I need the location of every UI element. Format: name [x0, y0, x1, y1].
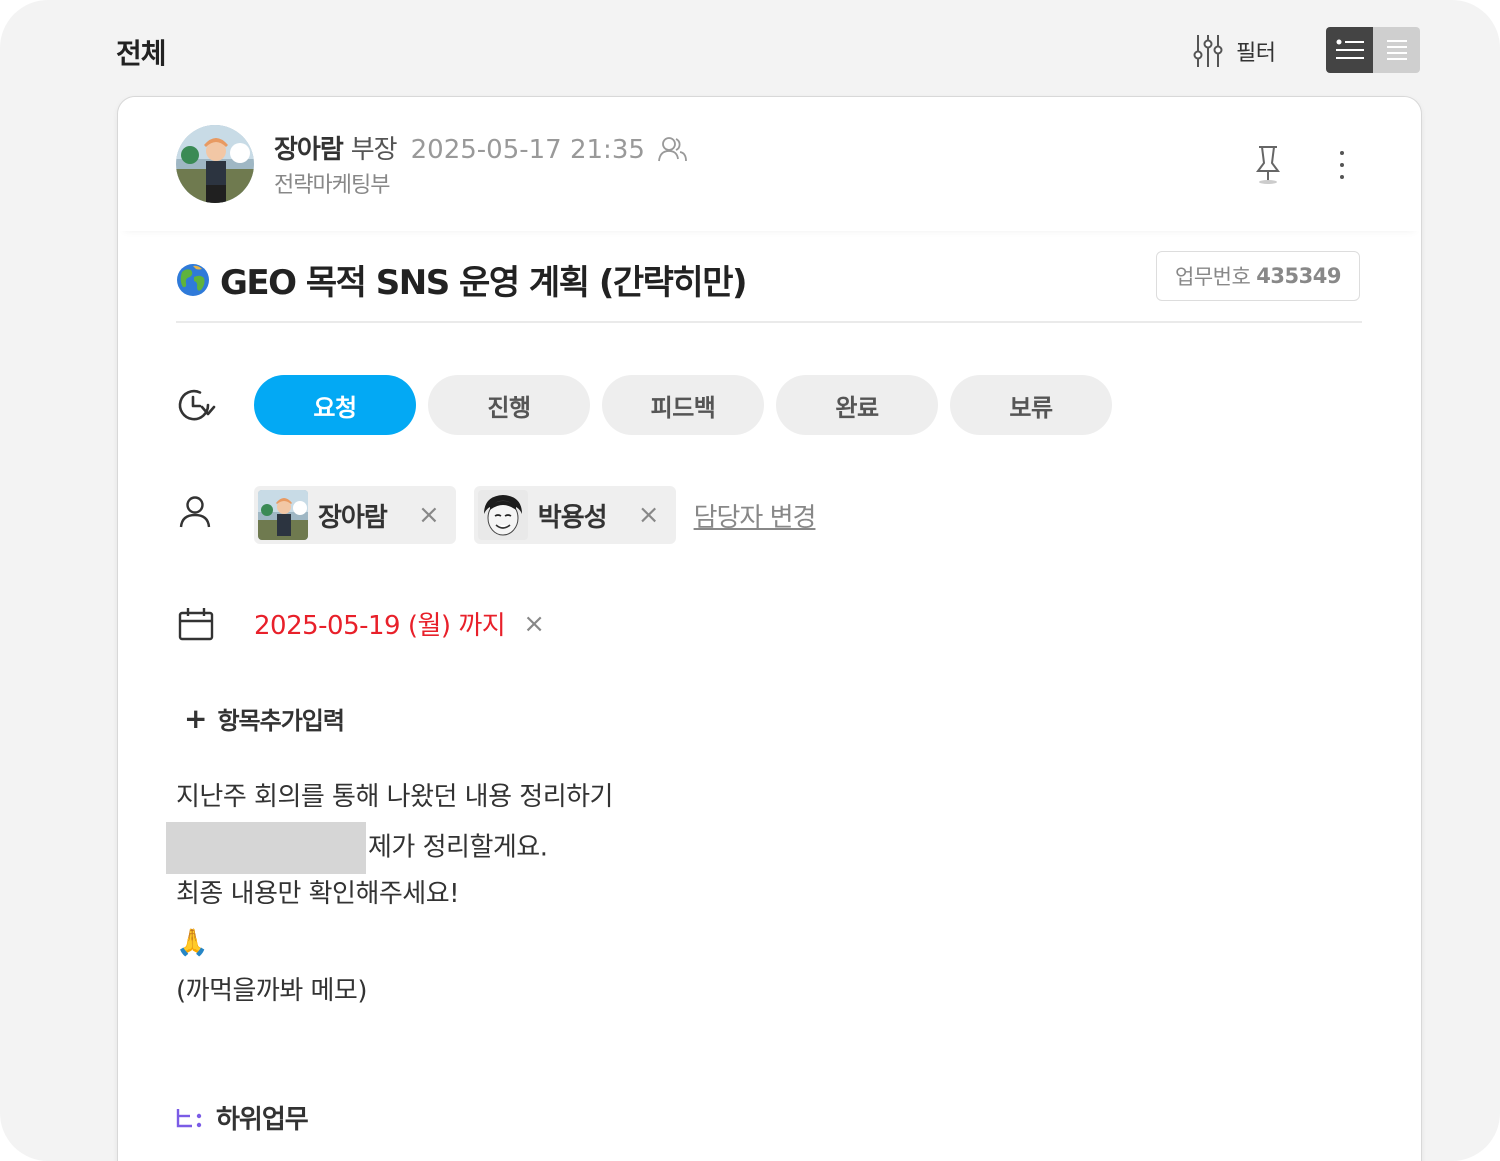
body-line: (까먹을까봐 메모)	[176, 976, 367, 1006]
subtask-section[interactable]: 하위업무	[176, 1099, 309, 1136]
page-title: 전체	[116, 37, 167, 70]
task-number-label: 업무번호	[1175, 265, 1251, 289]
view-toggle	[1326, 27, 1420, 73]
task-title[interactable]: GEO 목적 SNS 운영 계획 (간략히만)	[220, 255, 748, 304]
view-compact-button[interactable]	[1373, 27, 1420, 73]
task-number-value: 435349	[1256, 264, 1341, 288]
more-options-icon[interactable]	[1332, 149, 1352, 181]
status-requested[interactable]: 요청	[254, 375, 416, 435]
subtask-tree-icon	[176, 1108, 202, 1127]
assignee-avatar	[258, 490, 308, 540]
filter-label: 필터	[1236, 41, 1276, 66]
add-item-button[interactable]: + 항목추가입력	[184, 701, 345, 736]
task-card: 장아람 부장 2025-05-17 21:35 전략마케팅부 GEO 목적 SN…	[117, 96, 1422, 1161]
assignee-list: 장아람 × 박용성 × 담당자 변경	[254, 486, 817, 544]
person-icon	[179, 496, 211, 528]
status-selector: 요청 진행 피드백 완료 보류	[254, 375, 1112, 435]
author-avatar[interactable]	[176, 125, 254, 203]
pin-icon[interactable]	[1254, 145, 1282, 185]
subtask-label: 하위업무	[216, 1105, 309, 1135]
author-name[interactable]: 장아람	[274, 129, 344, 166]
clear-due-date-button[interactable]: ×	[523, 609, 545, 639]
task-card-header: 장아람 부장 2025-05-17 21:35 전략마케팅부	[118, 97, 1421, 231]
list-compact-icon	[1386, 40, 1407, 60]
plus-icon: +	[184, 702, 208, 735]
status-on-hold[interactable]: 보류	[950, 375, 1112, 435]
title-divider	[176, 321, 1362, 323]
filter-button[interactable]: 필터	[1190, 30, 1276, 72]
calendar-icon	[178, 608, 214, 641]
task-number-badge: 업무번호 435349	[1156, 251, 1360, 301]
people-icon[interactable]	[658, 135, 688, 163]
remove-assignee-button[interactable]: ×	[418, 500, 440, 530]
author-title: 부장	[350, 135, 398, 165]
redacted-block	[166, 821, 366, 874]
task-title-row: GEO 목적 SNS 운영 계획 (간략히만)	[176, 255, 748, 304]
post-datetime: 2025-05-17 21:35	[410, 135, 645, 165]
author-line: 장아람 부장 2025-05-17 21:35	[274, 129, 645, 166]
body-line: 최종 내용만 확인해주세요!	[176, 879, 460, 909]
remove-assignee-button[interactable]: ×	[638, 500, 660, 530]
status-done[interactable]: 완료	[776, 375, 938, 435]
due-date-row: 2025-05-19 (월) 까지 ×	[254, 605, 545, 642]
assignee-name: 장아람	[318, 502, 388, 533]
body-line: 제가 정리할게요.	[166, 821, 613, 874]
assignee-chip: 장아람 ×	[254, 486, 456, 544]
list-detail-icon	[1335, 39, 1364, 59]
body-line-emoji: 🙏	[176, 927, 208, 958]
add-item-label: 항목추가입력	[217, 707, 344, 735]
due-date[interactable]: 2025-05-19 (월) 까지	[254, 605, 506, 642]
status-feedback[interactable]: 피드백	[602, 375, 764, 435]
view-detail-button[interactable]	[1326, 27, 1373, 73]
body-line-text: 제가 정리할게요.	[368, 832, 548, 862]
app-frame: 전체 필터 장아람 부장 2025-05-17 21:35 전략마케팅부 GEO…	[0, 0, 1500, 1161]
assignee-name: 박용성	[537, 502, 608, 533]
status-history-icon	[178, 389, 216, 421]
body-line: 지난주 회의를 통해 나왔던 내용 정리하기	[176, 782, 613, 812]
filter-sliders-icon	[1193, 35, 1223, 67]
assignee-chip: 박용성 ×	[473, 486, 676, 544]
change-assignee-link[interactable]: 담당자 변경	[694, 497, 817, 534]
task-body[interactable]: 지난주 회의를 통해 나왔던 내용 정리하기 제가 정리할게요. 최종 내용만 …	[166, 773, 613, 1016]
status-in-progress[interactable]: 진행	[428, 375, 590, 435]
globe-icon	[177, 263, 209, 296]
assignee-avatar	[477, 490, 528, 540]
author-department: 전략마케팅부	[274, 173, 390, 198]
